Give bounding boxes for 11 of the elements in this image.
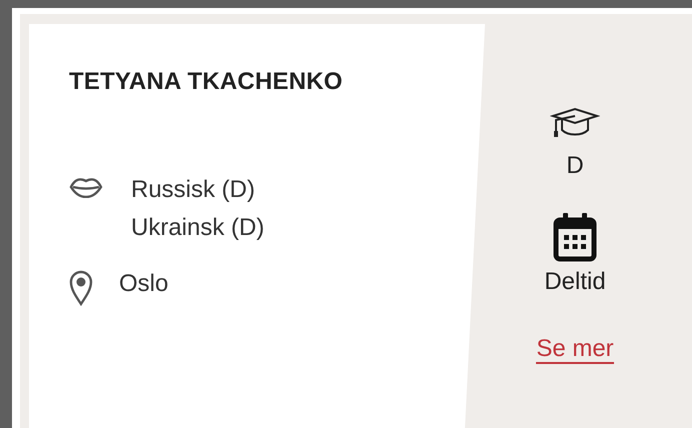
candidate-name: TETYANA TKACHENKO bbox=[69, 68, 344, 96]
location-text: Oslo bbox=[119, 270, 168, 298]
location-pin-icon bbox=[69, 270, 93, 306]
graduation-cap-icon bbox=[550, 106, 600, 138]
schedule-text: Deltid bbox=[544, 268, 606, 296]
see-more-link[interactable]: Se mer bbox=[536, 336, 614, 364]
lips-icon bbox=[69, 176, 103, 198]
education-text: D bbox=[566, 152, 584, 180]
calendar-icon bbox=[553, 212, 597, 262]
language-text: Ukrainsk (D) bbox=[131, 214, 264, 242]
language-text: Russisk (D) bbox=[131, 176, 256, 204]
